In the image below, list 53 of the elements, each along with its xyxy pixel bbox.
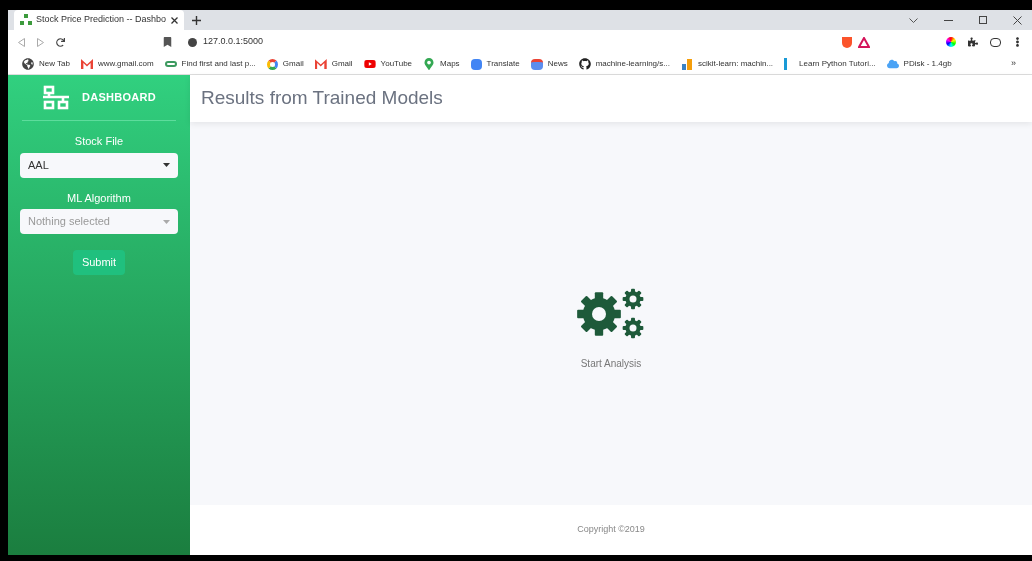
bookmark-item[interactable]: Maps [423,58,460,70]
field-label: Stock File [74,134,124,149]
select-field[interactable]: AAL [20,152,178,178]
copyright-text: Copyright ©2019 [577,523,645,537]
pin-icon [423,58,436,70]
bookmark-item[interactable]: YouTube [363,58,413,70]
bookmark-icon[interactable] [163,37,172,47]
caret-icon [163,219,170,224]
triangle-icon[interactable] [858,36,870,48]
caret-icon [163,163,170,167]
restore-icon[interactable] [979,16,987,24]
field-label: ML Algorithm [67,190,131,206]
envelope-icon [314,59,327,69]
brand-title: DASHBOARD [82,90,156,106]
bookmark-item[interactable]: Gmail [314,58,353,70]
close-icon[interactable] [1013,15,1022,25]
wallet-icon[interactable] [990,37,1001,47]
globe-icon [22,58,34,70]
more-bookmarks-button[interactable]: » [1011,57,1018,71]
tab-title: Stock Price Prediction -- Dashbo [36,13,167,27]
new-tab-icon[interactable] [192,15,201,25]
reload-icon[interactable] [56,37,65,47]
bookmark-item[interactable]: machine-learning/s... [578,58,670,70]
bookmark-item[interactable]: Learn Python Tutori... [784,58,876,70]
bookmark-item[interactable]: New Tab [22,58,70,70]
bookmark-item[interactable]: Translate [470,58,520,70]
translate-icon [470,58,482,70]
play-icon [363,58,376,70]
puzzle-icon[interactable] [968,37,978,47]
bars-icon [680,58,693,70]
browser-tab[interactable]: Stock Price Prediction -- Dashbo [14,10,184,30]
bookmark-item[interactable]: News [530,58,568,70]
envelope-icon [81,59,93,69]
bookmark-item[interactable]: Find first and last p... [164,58,256,70]
news-icon [530,58,543,70]
info-icon [188,37,197,47]
minimize-icon[interactable] [944,19,953,21]
menu-icon[interactable] [1013,37,1022,47]
link-icon [164,61,177,67]
status-text: Start Analysis [580,357,642,371]
network-icon [20,14,32,26]
shield-icon[interactable] [842,36,852,48]
page-title: Results from Trained Models [201,86,443,111]
bookmark-item[interactable]: Gmail [266,58,304,70]
color-wheel-icon[interactable] [946,37,956,47]
cloud-icon [886,58,899,70]
chevron-down-icon[interactable] [909,17,918,23]
url-text: 127.0.0.1:5000 [203,35,265,49]
bookmark-item[interactable]: scikit-learn: machin... [680,58,774,70]
network-icon [42,84,70,111]
bookmark-item[interactable]: www.gmail.com [81,58,154,70]
bookmark-item[interactable]: PDisk - 1.4gb [886,58,952,70]
close-icon[interactable] [171,16,178,24]
